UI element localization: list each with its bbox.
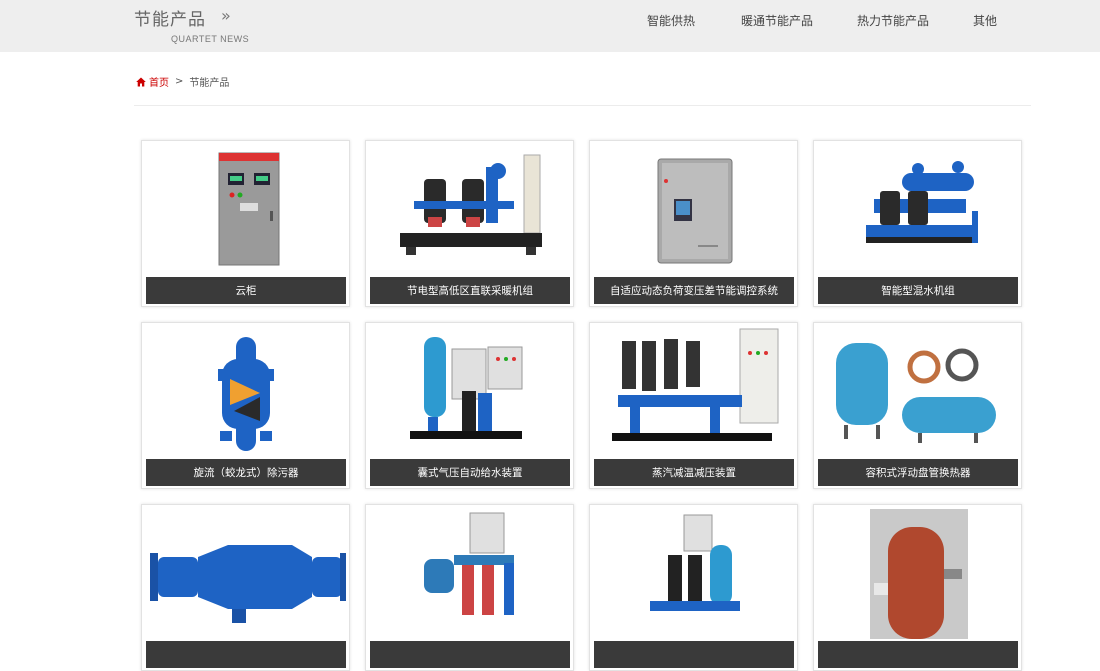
product-image-steam-reducer [590,323,797,457]
product-card[interactable] [813,504,1022,671]
product-card[interactable]: 自适应动态负荷变压差节能调控系统 [589,140,798,307]
product-caption: 容积式浮动盘管换热器 [818,459,1018,486]
product-card[interactable]: 旋流（蛟龙式）除污器 [141,322,350,489]
product-image-heat-exchanger [814,323,1021,457]
product-card[interactable]: 容积式浮动盘管换热器 [813,322,1022,489]
product-image-control-box [590,141,797,275]
product-caption: 旋流（蛟龙式）除污器 [146,459,346,486]
product-card[interactable]: 蒸汽减温减压装置 [589,322,798,489]
product-card[interactable]: 云柜 [141,140,350,307]
product-card[interactable]: 智能型混水机组 [813,140,1022,307]
product-caption [818,641,1018,668]
product-card[interactable]: 囊式气压自动给水装置 [365,322,574,489]
product-caption [594,641,794,668]
product-caption: 云柜 [146,277,346,304]
product-image-supply-unit [366,505,573,639]
product-caption [370,641,570,668]
product-image-red-tank [814,505,1021,639]
product-image-pressure-tank-unit [366,323,573,457]
product-caption: 智能型混水机组 [818,277,1018,304]
product-image-cyclone-filter [142,323,349,457]
product-caption: 节电型高低区直联采暖机组 [370,277,570,304]
product-caption [146,641,346,668]
product-card[interactable] [589,504,798,671]
product-card[interactable] [141,504,350,671]
product-caption: 自适应动态负荷变压差节能调控系统 [594,277,794,304]
product-image-booster-unit [590,505,797,639]
product-image-pump-unit [366,141,573,275]
product-image-blue-filter [142,505,349,639]
product-image-mixing-unit [814,141,1021,275]
product-caption: 囊式气压自动给水装置 [370,459,570,486]
product-grid: 云柜 节电型高低区直联采暖机组 自适应动态负荷变压差节能调控系统 智能型混水机组… [0,0,1100,671]
product-card[interactable] [365,504,574,671]
product-image-cabinet [142,141,349,275]
product-caption: 蒸汽减温减压装置 [594,459,794,486]
product-card[interactable]: 节电型高低区直联采暖机组 [365,140,574,307]
